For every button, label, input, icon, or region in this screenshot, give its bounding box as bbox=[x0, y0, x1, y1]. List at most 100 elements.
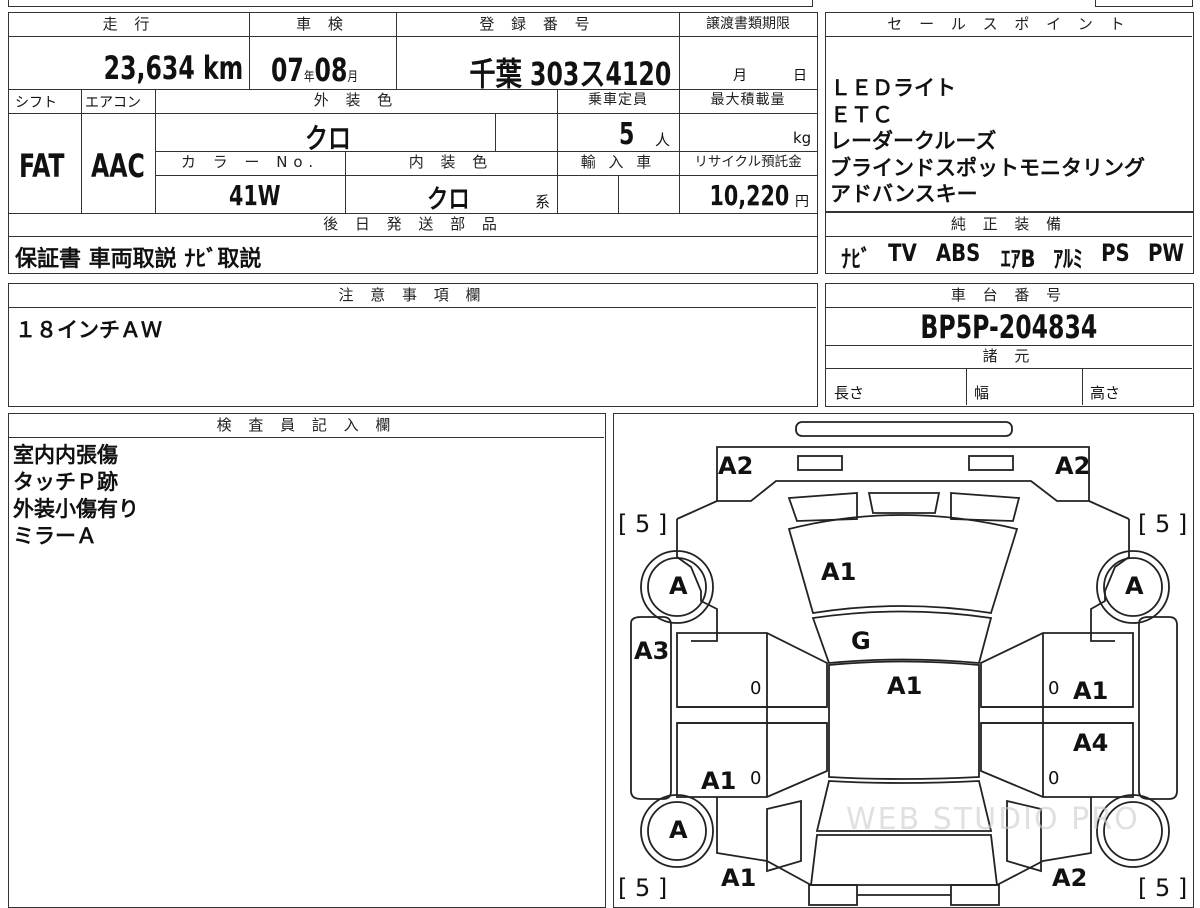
grille-center bbox=[867, 492, 941, 514]
vehicle-info-table: 走 行 車 検 登 録 番 号 譲渡書類期限 23,634 km 07年08月 … bbox=[8, 12, 818, 274]
capacity-unit: 人 bbox=[655, 131, 671, 149]
recycle-fee-header: リサイクル預託金 bbox=[694, 154, 802, 170]
mark-zero: 0 bbox=[1048, 678, 1060, 699]
import-header: 輸 入 車 bbox=[580, 153, 656, 171]
top-strip bbox=[0, 0, 1200, 8]
genuine-equipment-header: 純 正 装 備 bbox=[826, 213, 1192, 237]
inspector-lines: 室内内張傷 タッチＰ跡 外装小傷有り ミラーＡ bbox=[13, 442, 139, 550]
equipment-item: ABS bbox=[936, 239, 981, 267]
capacity-header: 乗車定員 bbox=[588, 92, 648, 108]
mark-tire-tr: [ 5 ] bbox=[1138, 510, 1188, 538]
mark-hood: A1 bbox=[821, 558, 857, 586]
mileage-header: 走 行 bbox=[9, 13, 249, 37]
mark-right-door-rear: A4 bbox=[1073, 729, 1109, 757]
sales-points-list: ＬＥＤライト ＥＴＣ レーダークルーズ ブラインドスポットモニタリング アドバン… bbox=[830, 75, 1190, 208]
interior-color-header: 内 装 色 bbox=[408, 153, 494, 171]
mark-wheel-fl: A bbox=[669, 572, 688, 600]
inspector-line: 室内内張傷 bbox=[13, 443, 118, 467]
notes-value: １８インチＡＷ bbox=[15, 318, 162, 342]
recycle-unit: 円 bbox=[795, 194, 809, 210]
mark-roof: A1 bbox=[887, 672, 923, 700]
sales-points-header: セ ー ル ス ポ イ ン ト bbox=[826, 13, 1192, 37]
mark-bottom-right: A2 bbox=[1052, 864, 1088, 892]
mark-tire-tl: [ 5 ] bbox=[618, 510, 668, 538]
transfer-deadline-header: 譲渡書類期限 bbox=[679, 13, 817, 37]
inspection-header: 車 検 bbox=[249, 13, 396, 37]
equipment-item: PS bbox=[1100, 239, 1130, 267]
aircon-header: エアコン bbox=[85, 95, 141, 111]
mark-zero: 0 bbox=[750, 678, 762, 699]
mark-a2-left: A2 bbox=[718, 452, 754, 480]
mark-tire-bl: [ 5 ] bbox=[618, 874, 668, 902]
color-no-value: 41W bbox=[229, 179, 281, 212]
recycle-value: 10,220 bbox=[709, 179, 789, 212]
watermark: WEB STUDIO PRO bbox=[846, 802, 1140, 837]
inspector-header: 検 査 員 記 入 欄 bbox=[9, 414, 604, 438]
inspector-line: ミラーＡ bbox=[13, 524, 97, 548]
sales-point-item: ＥＴＣ bbox=[830, 102, 893, 127]
genuine-equipment-list: ﾅﾋﾞ TV ABS ｴｱB ｱﾙﾐ PS PW bbox=[838, 239, 1188, 274]
equipment-item: PW bbox=[1147, 239, 1184, 267]
mark-zero: 0 bbox=[750, 768, 762, 789]
body-outline-right-upper bbox=[1088, 500, 1130, 520]
interior-color-suffix: 系 bbox=[535, 193, 551, 211]
windshield bbox=[811, 610, 993, 664]
deadline-day-unit: 日 bbox=[793, 68, 807, 84]
mark-right-door-front: A1 bbox=[1073, 677, 1109, 705]
mileage-value: 23,634 km bbox=[103, 49, 243, 87]
rear-bumper bbox=[808, 884, 858, 906]
headlight-left bbox=[797, 455, 843, 471]
aircon-value: AAC bbox=[91, 147, 145, 185]
sales-point-item: ブラインドスポットモニタリング bbox=[830, 155, 1145, 180]
shift-value: FAT bbox=[19, 147, 65, 185]
sales-point-item: ＬＥＤライト bbox=[830, 76, 956, 100]
interior-color-value: クロ bbox=[427, 185, 470, 215]
inspector-line: 外装小傷有り bbox=[13, 497, 139, 521]
mark-left-rear: A1 bbox=[701, 767, 737, 795]
inspection-date: 07年08月 bbox=[271, 51, 359, 89]
later-parts-value: 保証書 車両取説 ﾅﾋﾞ取説 bbox=[15, 247, 262, 272]
inspector-box: 検 査 員 記 入 欄 室内内張傷 タッチＰ跡 外装小傷有り ミラーＡ bbox=[8, 413, 606, 908]
mark-tire-br: [ 5 ] bbox=[1138, 874, 1188, 902]
later-parts-header: 後 日 発 送 部 品 bbox=[9, 213, 817, 237]
headlight-right bbox=[968, 455, 1014, 471]
mark-left-fender: A3 bbox=[634, 637, 670, 665]
max-load-unit: kg bbox=[793, 129, 812, 147]
registration-header: 登 録 番 号 bbox=[396, 13, 679, 37]
mark-a2-right: A2 bbox=[1055, 452, 1091, 480]
equipment-item: ｱﾙﾐ bbox=[1053, 245, 1084, 273]
inspector-line: タッチＰ跡 bbox=[13, 470, 118, 494]
exterior-color-header: 外 装 色 bbox=[313, 91, 399, 109]
max-load-header: 最大積載量 bbox=[710, 92, 786, 108]
chassis-number: BP5P-204834 bbox=[920, 308, 1098, 346]
mark-windshield: G bbox=[851, 627, 871, 655]
mark-bottom-left: A1 bbox=[721, 864, 757, 892]
mark-zero: 0 bbox=[1048, 768, 1060, 789]
genuine-equipment-box: 純 正 装 備 ﾅﾋﾞ TV ABS ｴｱB ｱﾙﾐ PS PW bbox=[825, 212, 1194, 274]
sales-points-box: セ ー ル ス ポ イ ン ト ＬＥＤライト ＥＴＣ レーダークルーズ ブライン… bbox=[825, 12, 1194, 212]
shift-header: シフト bbox=[15, 95, 57, 111]
car-diagram: WEB STUDIO PRO bbox=[630, 421, 1178, 906]
sales-point-item: アドバンスキー bbox=[830, 182, 978, 206]
right-rear-fender bbox=[1138, 616, 1178, 800]
chassis-box: 車 台 番 号 BP5P-204834 諸 元 長さ 幅 高さ bbox=[825, 283, 1194, 407]
body-outline-right bbox=[1090, 519, 1130, 642]
spec-header: 諸 元 bbox=[826, 345, 1192, 369]
car-diagram-box: WEB STUDIO PRO A2 A2 [ 5 ] [ 5 ] [ 5 ] [… bbox=[613, 413, 1194, 908]
sales-point-item: レーダークルーズ bbox=[830, 129, 997, 153]
color-no-header: カ ラ ー No. bbox=[180, 153, 320, 171]
mark-wheel-rl: A bbox=[669, 816, 688, 844]
deadline-month-unit: 月 bbox=[733, 68, 747, 84]
spec-length: 長さ bbox=[834, 384, 865, 402]
equipment-item: ｴｱB bbox=[1000, 245, 1036, 273]
spec-height: 高さ bbox=[1090, 384, 1121, 402]
equipment-item: ﾅﾋﾞ bbox=[841, 245, 871, 273]
capacity-value: 5 bbox=[619, 117, 635, 152]
body-outline-left-upper bbox=[676, 500, 718, 520]
spec-width: 幅 bbox=[974, 384, 990, 402]
grille-right bbox=[950, 492, 1021, 522]
notes-header: 注 意 事 項 欄 bbox=[9, 284, 816, 308]
front-bumper bbox=[795, 421, 1013, 437]
notes-box: 注 意 事 項 欄 １８インチＡＷ bbox=[8, 283, 818, 407]
left-rear-panel bbox=[766, 799, 802, 873]
